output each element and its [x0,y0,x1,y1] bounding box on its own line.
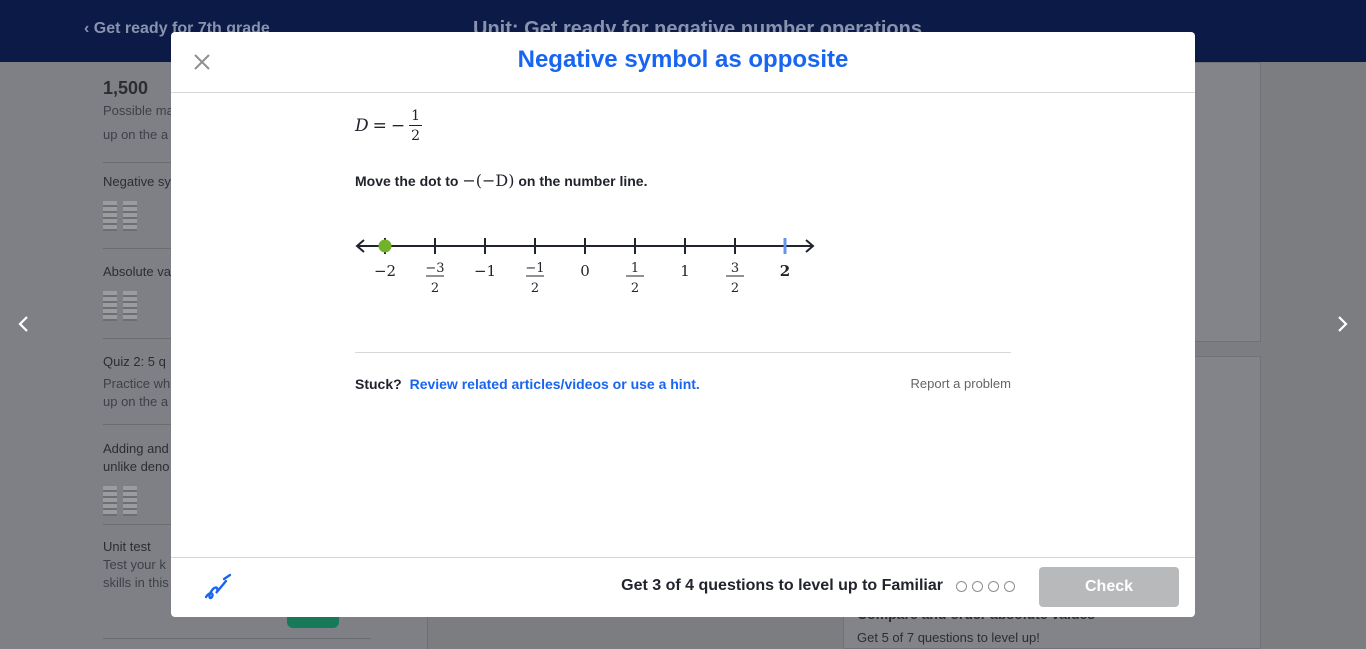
sidebar-item-desc: up on the a [103,394,169,409]
mastery-points: 1,500 [103,78,149,98]
skill-card-desc: Get 5 of 7 questions to level up! [857,630,1040,645]
chevron-left-icon[interactable] [14,314,34,334]
sidebar-item-label[interactable]: Adding and [103,441,169,456]
sidebar-item-label[interactable]: Absolute va [103,264,171,279]
fraction-denominator: 2 [411,128,421,144]
equation: D = − 1 2 [355,108,423,144]
tick-label-numerator: −1 [525,261,544,276]
chevron-right-icon[interactable] [1332,314,1352,334]
stuck-label: Stuck? [355,376,402,392]
tick-label-denominator: 2 [731,281,739,296]
equation-equals: = [372,116,387,136]
instruction-text: Move the dot to −(−D) on the number line… [355,171,647,190]
tick-label-numerator: 1 [631,261,639,276]
sidebar-item-label[interactable]: Quiz 2: 5 q [103,354,166,369]
tick-label: −1 [474,262,496,280]
progress-dot [1004,581,1015,592]
mastery-points-desc2: up on the a [103,127,169,142]
hint-link[interactable]: Review related articles/videos or use a … [410,376,700,392]
tick-label-numerator: 3 [731,261,739,276]
fraction-numerator: 1 [409,108,423,126]
tick-label-denominator: 2 [431,281,439,296]
instruction-before: Move the dot to [355,173,459,189]
tick-label: −2 [374,262,396,280]
progress-dot [988,581,999,592]
modal-title: Negative symbol as opposite [517,46,849,73]
equation-fraction: 1 2 [409,108,423,144]
tick-label: 1 [680,262,690,280]
modal-header: Negative symbol as opposite [171,32,1195,93]
sidebar-item-desc: Test your k [103,557,166,572]
progress-dot [972,581,983,592]
divider [103,638,371,639]
skill-bars [103,201,137,231]
instruction-math: −(−D) [462,171,515,190]
draggable-dot[interactable] [378,239,392,253]
divider [355,352,1011,353]
tick-label-denominator: 2 [531,281,539,296]
sidebar-item-label[interactable]: Unit test [103,539,151,554]
check-button[interactable]: Check [1039,567,1179,607]
progress-dot [956,581,967,592]
tick-label: 0 [580,262,590,280]
sidebar-item-desc: skills in this [103,575,169,590]
tick-label-denominator: 2 [631,281,639,296]
mastery-points-desc: Possible ma [103,103,174,118]
equation-sign: − [390,116,406,136]
skill-bars [103,291,137,321]
sidebar-item-desc: Practice wh [103,376,171,391]
sidebar-item-label[interactable]: Negative sy [103,174,171,189]
number-line[interactable]: −2 −3 2 −1 −1 2 0 1 2 1 3 2 2 [355,233,825,313]
tick-label-numerator: −3 [425,261,444,276]
report-problem-link[interactable]: Report a problem [911,376,1011,391]
instruction-after: on the number line. [518,173,648,189]
progress-text: Get 3 of 4 questions to level up to Fami… [621,577,943,594]
progress-dots [956,581,1015,592]
skill-bars [103,486,137,516]
scratchpad-icon[interactable] [204,573,232,601]
tick-label: 2 [780,262,790,280]
sidebar-item-label[interactable]: unlike deno [103,459,170,474]
exercise-modal: Negative symbol as opposite D = − 1 2 Mo… [171,32,1195,617]
modal-footer: Get 3 of 4 questions to level up to Fami… [171,557,1195,617]
equation-variable: D [355,116,369,136]
stuck-section: Stuck? Review related articles/videos or… [355,376,700,392]
